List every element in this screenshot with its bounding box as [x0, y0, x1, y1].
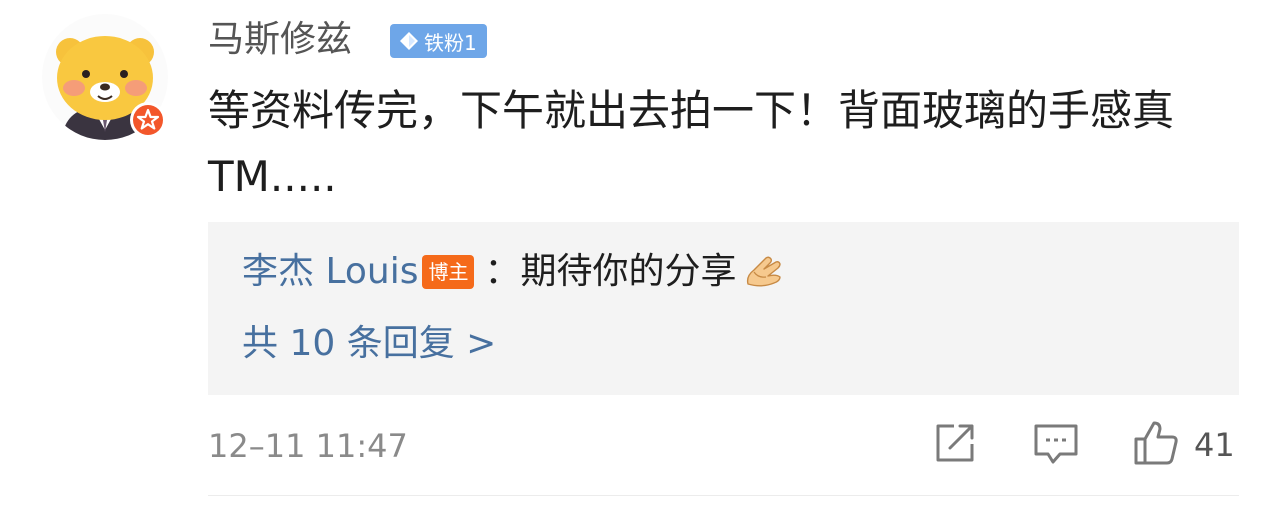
- comment-text: 等资料传完，下午就出去拍一下！背面玻璃的手感真 TM.....: [208, 86, 1175, 201]
- verified-star-icon: [128, 100, 168, 140]
- diamond-icon: [398, 30, 420, 52]
- reply-author[interactable]: 李杰 Louis: [242, 246, 418, 298]
- avatar[interactable]: [42, 14, 168, 140]
- divider: [208, 495, 1239, 496]
- reply-text: ：期待你的分享: [484, 251, 737, 292]
- thumbs-up-icon: [1132, 419, 1180, 471]
- like-count: 41: [1194, 426, 1235, 464]
- fan-badge[interactable]: 铁粉1: [390, 24, 487, 58]
- share-button[interactable]: [932, 420, 978, 470]
- comment-button[interactable]: [1032, 420, 1080, 470]
- share-icon: [932, 420, 978, 470]
- blogger-badge: 博主: [422, 255, 475, 289]
- timestamp: 12–11 11:47: [208, 427, 408, 465]
- reply-box[interactable]: 李杰 Louis 博主 ：期待你的分享 共 10 条回复 >: [208, 222, 1239, 395]
- reply-line: 李杰 Louis 博主 ：期待你的分享: [242, 246, 786, 298]
- fan-badge-label: 铁粉1: [424, 30, 477, 55]
- like-button[interactable]: 41: [1132, 420, 1235, 470]
- username[interactable]: 马斯修兹: [208, 14, 352, 66]
- more-replies-link[interactable]: 共 10 条回复 >: [242, 318, 496, 370]
- praying-hands-emoji-icon: [742, 250, 786, 294]
- comment-icon: [1032, 420, 1080, 470]
